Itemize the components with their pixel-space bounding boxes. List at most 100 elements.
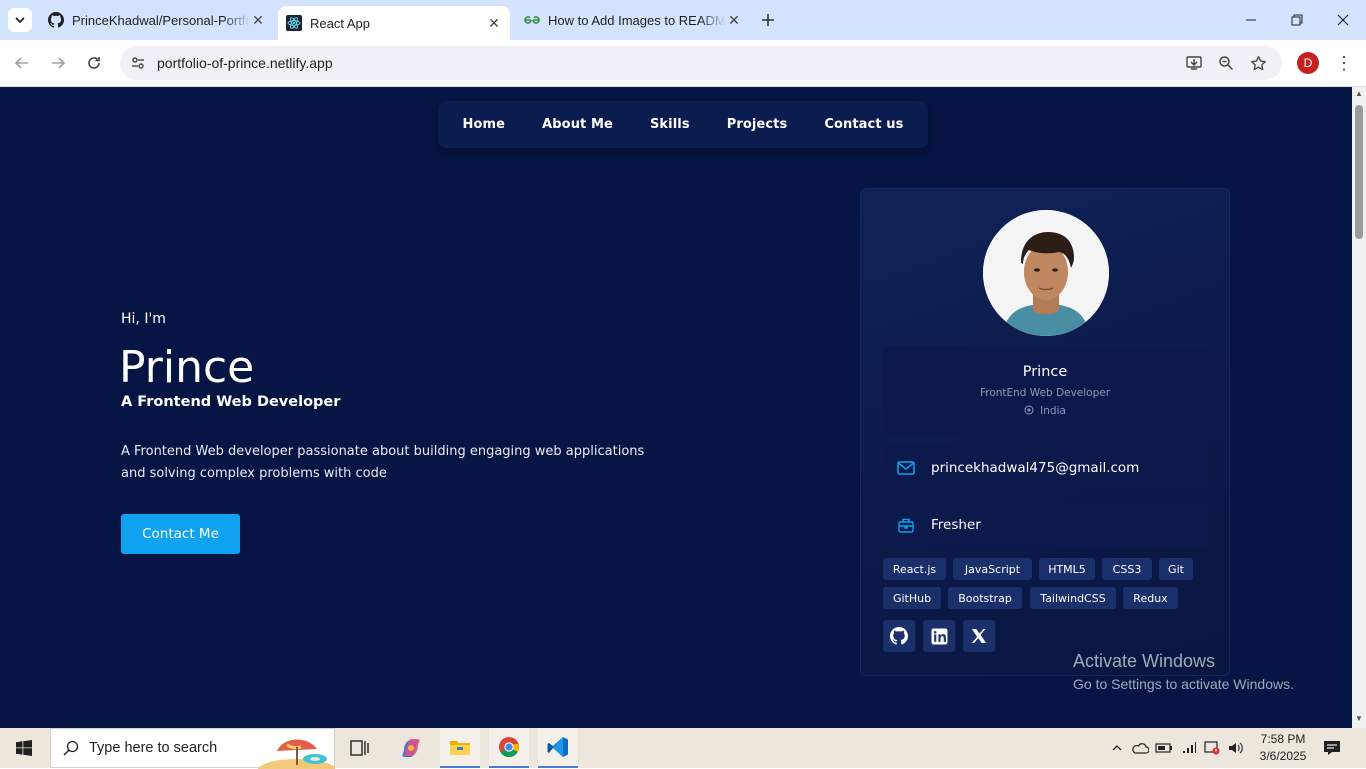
onedrive-icon[interactable] — [1131, 739, 1149, 757]
tab-search-button[interactable] — [8, 8, 32, 32]
contact-me-button[interactable]: Contact Me — [121, 514, 240, 554]
page-scrollbar[interactable]: ▲ ▼ — [1352, 87, 1366, 728]
start-button[interactable] — [0, 728, 48, 768]
profile-title: FrontEnd Web Developer — [979, 387, 1111, 399]
vscode-app[interactable] — [538, 728, 578, 768]
task-view-button[interactable] — [340, 728, 380, 768]
browser-toolbar: portfolio-of-prince.netlify.app D ⋮ — [0, 40, 1366, 87]
copilot-icon — [402, 739, 420, 757]
task-view-icon — [350, 740, 369, 756]
notification-center-icon[interactable] — [1322, 738, 1342, 758]
reload-icon — [88, 57, 100, 69]
skill-chip: JavaScript — [953, 558, 1032, 580]
beach-umbrella-icon — [257, 729, 335, 769]
profile-photo — [983, 210, 1109, 336]
copilot-app[interactable] — [391, 728, 431, 768]
skill-chip: React.js — [883, 558, 946, 580]
reload-button[interactable] — [79, 48, 109, 78]
scroll-up-arrow-icon[interactable]: ▲ — [1354, 89, 1364, 99]
experience-row: Fresher — [883, 501, 1207, 548]
experience-text: Fresher — [931, 516, 981, 533]
site-navbar: Home About Me Skills Projects Contact us — [438, 101, 928, 148]
x-link[interactable] — [963, 620, 995, 652]
close-icon[interactable]: ✕ — [486, 15, 502, 31]
skill-chip: CSS3 — [1102, 558, 1152, 580]
profile-info-box: Prince FrontEnd Web Developer India — [883, 347, 1207, 435]
defender-icon[interactable] — [1203, 739, 1221, 757]
file-explorer-app[interactable] — [440, 728, 480, 768]
volume-icon[interactable] — [1227, 739, 1245, 757]
close-icon[interactable]: ✕ — [250, 12, 266, 28]
tab-github[interactable]: PrinceKhadwal/Personal-Portfolio ✕ — [40, 0, 274, 40]
linkedin-link[interactable] — [923, 620, 955, 652]
nav-about-me[interactable]: About Me — [542, 117, 613, 132]
mail-icon — [897, 459, 915, 477]
skill-chip: Bootstrap — [948, 587, 1022, 609]
profile-card: Prince FrontEnd Web Developer India prin… — [860, 188, 1230, 676]
folder-icon — [450, 741, 470, 755]
restore-button[interactable] — [1274, 0, 1320, 40]
plus-icon — [762, 14, 774, 26]
taskbar-search-box[interactable]: Type here to search — [50, 728, 335, 769]
chrome-icon — [499, 737, 520, 758]
minimize-button[interactable] — [1228, 0, 1274, 40]
kebab-menu-icon[interactable]: ⋮ — [1334, 52, 1354, 74]
hero-role: A Frontend Web Developer — [121, 394, 341, 410]
profile-avatar[interactable]: D — [1297, 52, 1319, 74]
web-page: Home About Me Skills Projects Contact us… — [0, 87, 1352, 728]
github-link[interactable] — [883, 620, 915, 652]
x-icon — [971, 629, 986, 643]
chrome-app[interactable] — [489, 728, 529, 768]
close-icon[interactable]: ✕ — [726, 12, 742, 28]
skill-chip: GitHub — [883, 587, 941, 609]
taskbar: Type here to search 7:58 PM 3/6/2025 — [0, 728, 1366, 769]
install-app-icon[interactable] — [1184, 53, 1204, 73]
tab-title: How to Add Images to README — [548, 12, 726, 28]
react-icon — [286, 15, 302, 31]
gfg-icon — [524, 12, 540, 28]
profile-location: India — [883, 405, 1207, 417]
back-button[interactable] — [7, 48, 37, 78]
close-icon — [1337, 14, 1349, 26]
nav-contact-us[interactable]: Contact us — [824, 117, 903, 132]
profile-name: Prince — [1022, 364, 1068, 380]
email-row[interactable]: princekhadwal475@gmail.com — [883, 444, 1207, 491]
search-placeholder: Type here to search — [89, 740, 218, 756]
windows-logo-icon — [16, 740, 32, 756]
activate-windows-subtitle: Go to Settings to activate Windows. — [1073, 676, 1294, 692]
nav-skills[interactable]: Skills — [650, 117, 690, 132]
url-text: portfolio-of-prince.netlify.app — [157, 55, 333, 71]
bookmark-star-icon[interactable] — [1248, 53, 1268, 73]
linkedin-icon — [931, 628, 947, 644]
new-tab-button[interactable] — [756, 8, 780, 32]
location-icon — [1024, 405, 1034, 415]
chevron-down-icon — [15, 17, 25, 24]
scroll-thumb[interactable] — [1355, 105, 1363, 239]
taskbar-clock[interactable]: 7:58 PM 3/6/2025 — [1252, 731, 1314, 765]
battery-icon[interactable] — [1155, 739, 1173, 757]
scroll-down-arrow-icon[interactable]: ▼ — [1354, 714, 1364, 724]
location-text: India — [1040, 405, 1066, 417]
close-window-button[interactable] — [1320, 0, 1366, 40]
arrow-left-icon — [14, 57, 28, 69]
nav-home[interactable]: Home — [463, 117, 506, 132]
wifi-icon[interactable] — [1180, 739, 1198, 757]
site-settings-icon[interactable] — [128, 53, 148, 73]
hero-greeting: Hi, I'm — [121, 311, 166, 327]
hero-description: A Frontend Web developer passionate abou… — [121, 444, 645, 481]
skill-chip: Redux — [1123, 587, 1178, 609]
tab-readme-images[interactable]: How to Add Images to README ✕ — [516, 0, 750, 40]
github-icon — [890, 627, 908, 645]
zoom-icon[interactable] — [1216, 53, 1236, 73]
restore-icon — [1291, 14, 1303, 26]
minimize-icon — [1246, 19, 1256, 21]
activate-windows-title: Activate Windows — [1073, 651, 1216, 671]
forward-button[interactable] — [43, 48, 73, 78]
tray-overflow-chevron-icon[interactable] — [1108, 739, 1126, 757]
hero-name: Prince — [119, 342, 255, 393]
skill-chip: Git — [1159, 558, 1193, 580]
address-bar[interactable]: portfolio-of-prince.netlify.app — [120, 46, 1282, 80]
clock-time: 7:58 PM — [1260, 732, 1306, 746]
tab-react-app[interactable]: React App ✕ — [278, 6, 510, 40]
nav-projects[interactable]: Projects — [727, 117, 788, 132]
